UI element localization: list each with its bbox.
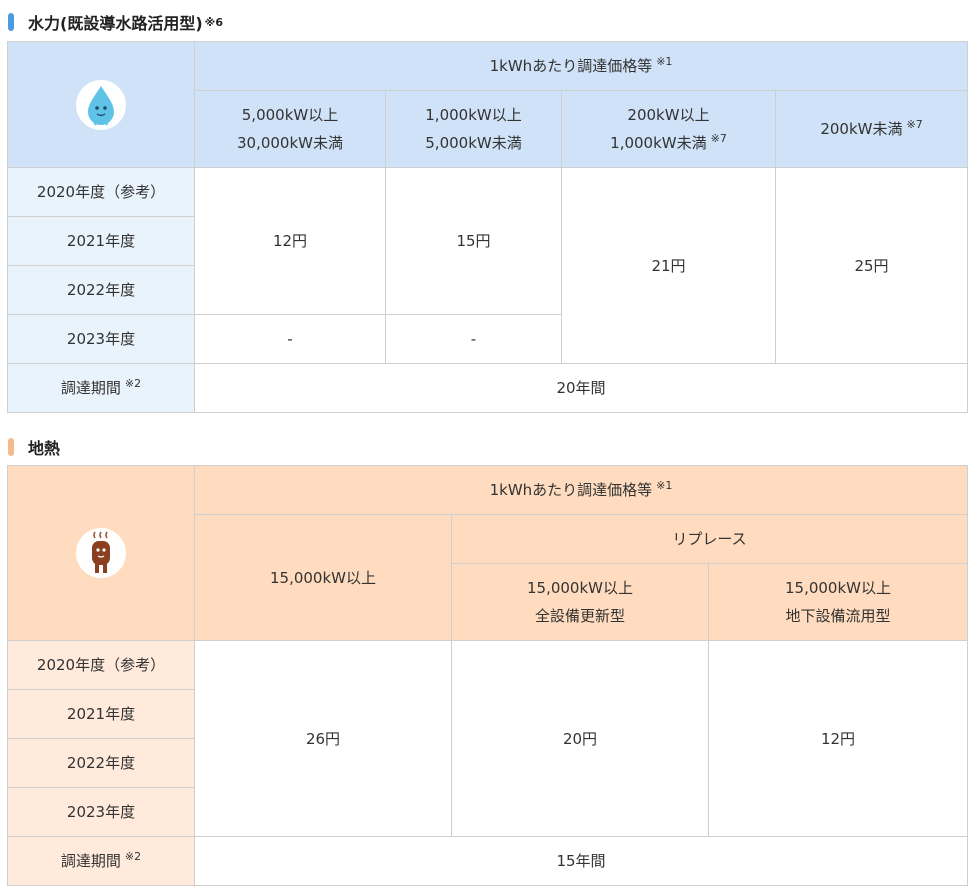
geo-price-col1: 26円 bbox=[194, 640, 452, 837]
water-drop-mascot-icon bbox=[76, 79, 126, 130]
geo-replace-header: リプレース bbox=[451, 514, 968, 564]
geo-price-col3: 12円 bbox=[708, 640, 968, 837]
geo-icon-cell bbox=[7, 465, 195, 641]
geo-title-accent bbox=[8, 438, 14, 456]
geo-year-label: 2022年度 bbox=[7, 738, 195, 788]
geo-col-header-2: 15,000kW以上 全設備更新型 bbox=[451, 563, 709, 641]
hydro-price-col2: 15円 bbox=[385, 167, 562, 315]
geo-title-text: 地熱 bbox=[28, 439, 61, 458]
geo-price-table: 1kWhあたり調達価格等 ※1 15,000kW以上 リプレース 15,000kW… bbox=[7, 465, 968, 886]
geo-period-value: 15年間 bbox=[194, 836, 968, 886]
geo-year-label: 2021年度 bbox=[7, 689, 195, 739]
geo-col-header-3: 15,000kW以上 地下設備流用型 bbox=[708, 563, 968, 641]
hydro-year-label: 2020年度（参考） bbox=[7, 167, 195, 217]
hydro-price-col1-2023: - bbox=[194, 314, 386, 364]
geo-section-title: 地熱 bbox=[8, 436, 60, 458]
hydro-col-header-1: 5,000kW以上 30,000kW未満 bbox=[194, 90, 386, 168]
hydro-year-label: 2021年度 bbox=[7, 216, 195, 266]
hydro-year-label: 2022年度 bbox=[7, 265, 195, 315]
geo-price-header: 1kWhあたり調達価格等 ※1 bbox=[194, 465, 968, 515]
hydro-title-accent bbox=[8, 13, 14, 31]
hydro-price-col1: 12円 bbox=[194, 167, 386, 315]
geo-year-label: 2020年度（参考） bbox=[7, 640, 195, 690]
hydro-title-text: 水力(既設導水路活用型) bbox=[28, 14, 203, 33]
geo-year-label: 2023年度 bbox=[7, 787, 195, 837]
hydro-col-header-4: 200kW未満 ※7 bbox=[774, 90, 969, 168]
hydro-period-value: 20年間 bbox=[193, 363, 969, 413]
hydro-col-header-3: 200kW以上 1,000kW未満 ※7 bbox=[561, 90, 776, 168]
hydro-year-label: 2023年度 bbox=[7, 314, 195, 364]
geo-period-label: 調達期間 ※2 bbox=[7, 836, 195, 886]
hot-spring-mascot-icon bbox=[76, 528, 126, 578]
hydro-period-label: 調達期間 ※2 bbox=[7, 363, 195, 413]
hydro-price-table: 1kWhあたり調達価格等 ※1 5,000kW以上 30,000kW未満 1,000… bbox=[7, 41, 969, 413]
hydro-section-title: 水力(既設導水路活用型) ※6 bbox=[8, 11, 223, 33]
hydro-price-header: 1kWhあたり調達価格等 ※1 bbox=[193, 41, 969, 91]
geo-price-col2: 20円 bbox=[451, 640, 709, 837]
geo-col-header-1: 15,000kW以上 bbox=[194, 514, 452, 641]
hydro-price-col3: 21円 bbox=[561, 167, 776, 364]
hydro-price-col4: 25円 bbox=[774, 167, 969, 364]
hydro-price-col2-2023: - bbox=[385, 314, 562, 364]
hydro-col-header-2: 1,000kW以上 5,000kW未満 bbox=[385, 90, 562, 168]
hydro-icon-cell bbox=[7, 41, 195, 168]
hydro-title-note: ※6 bbox=[204, 15, 223, 29]
